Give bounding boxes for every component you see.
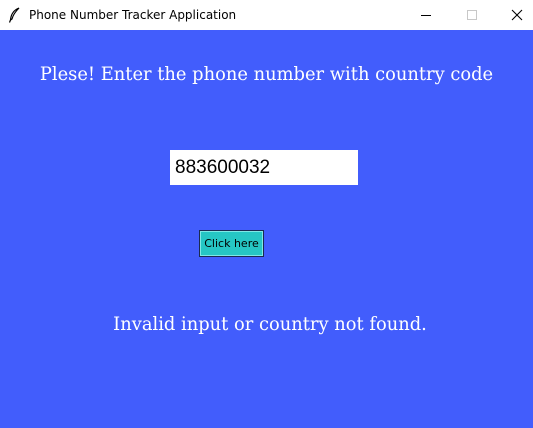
close-icon	[511, 9, 523, 21]
title-bar[interactable]: Phone Number Tracker Application	[0, 0, 533, 30]
phone-number-input[interactable]	[170, 150, 358, 185]
instruction-label: Plese! Enter the phone number with count…	[39, 63, 494, 85]
minimize-button[interactable]	[403, 0, 449, 30]
feather-icon	[8, 7, 20, 23]
submit-button[interactable]: Click here	[199, 230, 264, 257]
maximize-button[interactable]	[449, 0, 495, 30]
main-panel: Plese! Enter the phone number with count…	[0, 30, 533, 428]
result-label: Invalid input or country not found.	[113, 313, 427, 335]
maximize-icon	[467, 10, 477, 20]
minimize-icon	[421, 15, 431, 16]
close-button[interactable]	[494, 0, 533, 30]
app-window: Phone Number Tracker Application Plese! …	[0, 0, 533, 428]
window-title: Phone Number Tracker Application	[29, 8, 237, 22]
